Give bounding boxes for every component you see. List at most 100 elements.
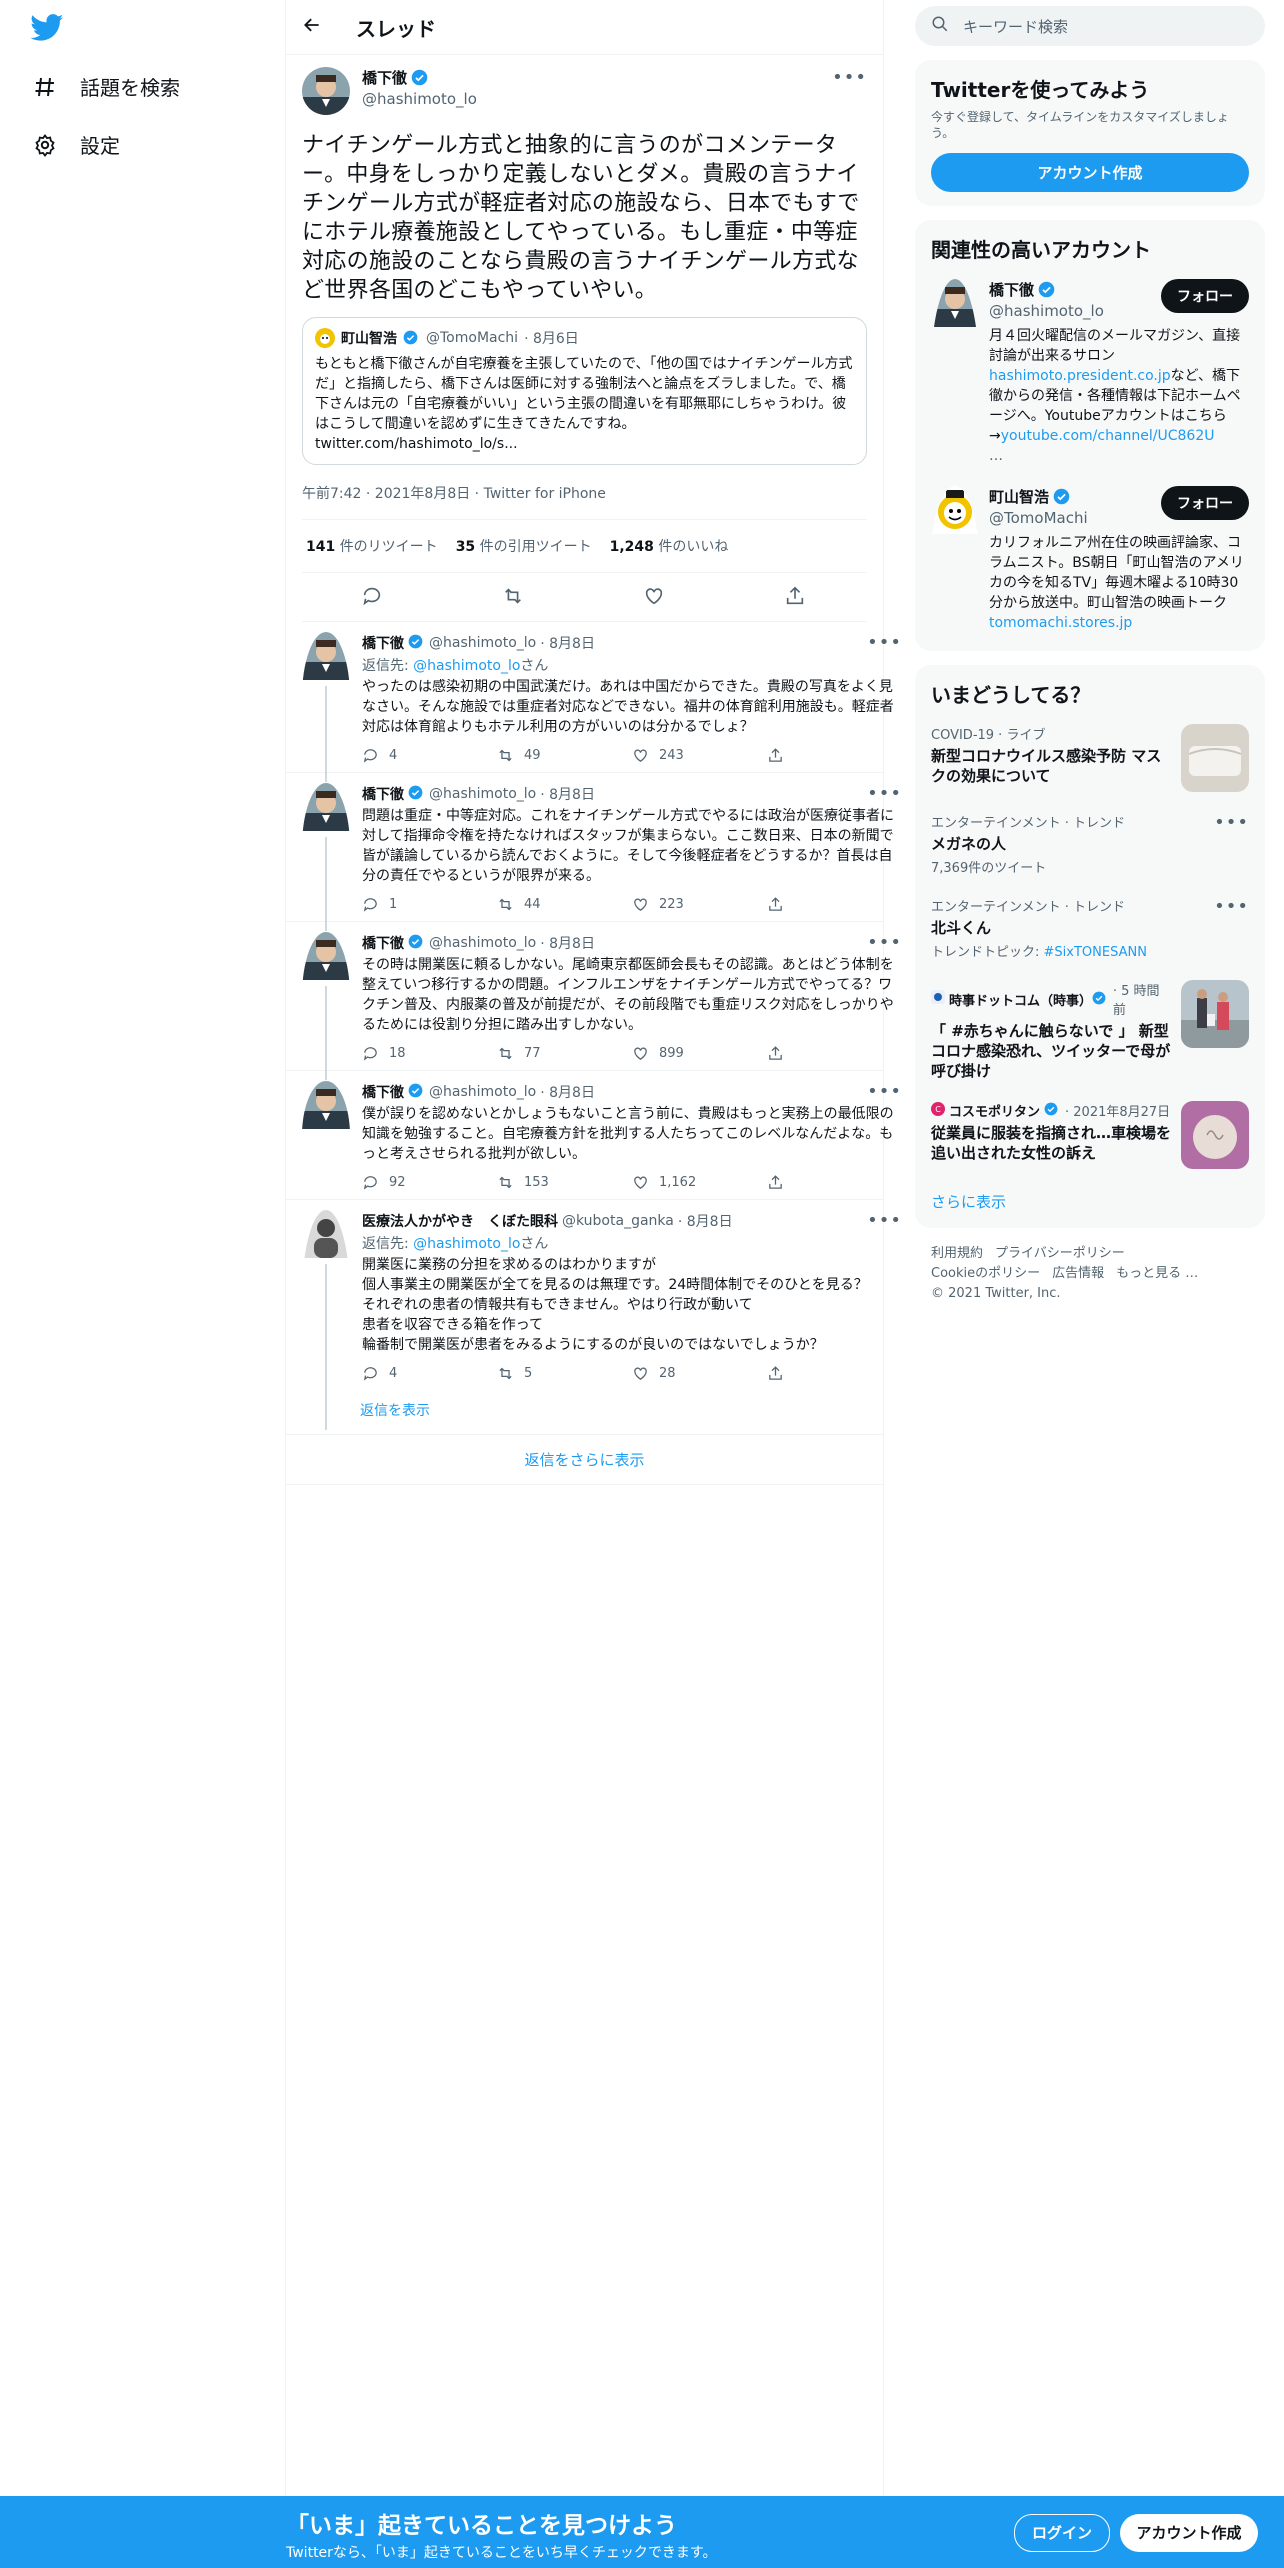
reply-button[interactable]: 18 (362, 1045, 497, 1062)
reply-icon[interactable] (361, 585, 385, 609)
search-input[interactable]: キーワード検索 (915, 6, 1265, 46)
reply-author-name[interactable]: 橋下徹 (362, 1082, 404, 1102)
retweets-stat[interactable]: 141 件のリツイート (306, 536, 438, 556)
footer-more-link[interactable]: もっと見る … (1116, 1266, 1198, 1281)
footer-ads-link[interactable]: 広告情報 (1052, 1266, 1104, 1281)
more-options-icon[interactable]: ••• (867, 1210, 902, 1231)
like-count: 1,248 (609, 539, 654, 555)
author-name[interactable]: 橋下徹 (362, 67, 407, 88)
account-name[interactable]: 橋下徹 (989, 279, 1034, 300)
more-options-icon[interactable]: ••• (867, 632, 902, 653)
follow-button[interactable]: フォロー (1161, 486, 1249, 520)
like-button[interactable]: 243 (632, 747, 767, 764)
trend-topic-link[interactable]: #SixTONESANN (1044, 945, 1147, 960)
reply-date[interactable]: · 8月8日 (540, 784, 595, 804)
retweet-button[interactable]: 77 (497, 1045, 632, 1062)
follow-button[interactable]: フォロー (1161, 279, 1249, 313)
trend-item[interactable]: エンターテインメント · トレンド メガネの人 7,369件のツイート ••• (915, 802, 1265, 886)
share-button[interactable] (767, 1174, 902, 1191)
share-icon[interactable] (784, 585, 808, 609)
author-handle[interactable]: @hashimoto_lo (362, 90, 832, 108)
quotes-stat[interactable]: 35 件の引用ツイート (456, 536, 592, 556)
create-account-button[interactable]: アカウント作成 (931, 153, 1249, 192)
avatar[interactable] (302, 1081, 350, 1191)
footer-cookies-link[interactable]: Cookieのポリシー (931, 1266, 1040, 1281)
quote-link[interactable]: twitter.com/hashimoto_lo/s... (315, 434, 854, 454)
reply-button[interactable]: 92 (362, 1174, 497, 1191)
footer-terms-link[interactable]: 利用規約 (931, 1246, 983, 1261)
bio-link[interactable]: youtube.com/channel/UC862U (1001, 428, 1215, 444)
reply-tweet[interactable]: 橋下徹 @hashimoto_lo · 8月8日 ••• 僕が誤りを認めないとか… (286, 1071, 901, 1200)
footer-privacy-link[interactable]: プライバシーポリシー (995, 1246, 1125, 1261)
bio-text: カリフォルニア州在住の映画評論家、コラムニスト。BS朝日「町山智浩のアメリカの今… (989, 535, 1244, 611)
trend-title: 「 #赤ちゃんに触らないで 」 新型コロナ感染恐れ、ツイッターで母が呼び掛け (931, 1022, 1171, 1080)
likes-stat[interactable]: 1,248 件のいいね (610, 536, 729, 556)
retweet-button[interactable]: 5 (497, 1365, 632, 1382)
reply-tweet[interactable]: 橋下徹 @hashimoto_lo · 8月8日 ••• 返信先: @hashi… (286, 622, 901, 782)
more-options-icon[interactable]: ••• (832, 67, 867, 88)
more-options-icon[interactable]: ••• (867, 1081, 902, 1102)
share-button[interactable] (767, 896, 902, 913)
reply-author-name[interactable]: 橋下徹 (362, 633, 404, 653)
account-item[interactable]: 橋下徹 @hashimoto_lo フォロー 月４回火曜配信のメールマガジン、直… (915, 269, 1265, 476)
reply-author-name[interactable]: 橋下徹 (362, 784, 404, 804)
show-replies-link[interactable]: 返信を表示 (286, 1390, 883, 1435)
avatar[interactable] (931, 279, 979, 466)
quote-author-handle: @TomoMachi (426, 330, 519, 346)
reply-button[interactable]: 4 (362, 747, 497, 764)
reply-tweet[interactable]: 橋下徹 @hashimoto_lo · 8月8日 ••• 問題は重症・中等症対応… (286, 773, 901, 931)
retweet-button[interactable]: 44 (497, 896, 632, 913)
more-options-icon[interactable]: ••• (867, 932, 902, 953)
nav-explore[interactable]: 話題を検索 (32, 72, 180, 101)
like-button[interactable]: 28 (632, 1365, 767, 1382)
nav-settings[interactable]: 設定 (32, 130, 120, 159)
reply-tweet[interactable]: 医療法人かがやき くぼた眼科 @kubota_ganka · 8月8日 ••• … (286, 1200, 901, 1430)
related-accounts-title: 関連性の高いアカウント (931, 238, 1151, 262)
more-options-icon[interactable]: ••• (1214, 896, 1249, 960)
trend-item[interactable]: 時事ドットコム（時事） · 5 時間前 「 #赤ちゃんに触らないで 」 新型コロ… (915, 970, 1265, 1091)
account-item[interactable]: 町山智浩 @TomoMachi フォロー カリフォルニア州在住の映画評論家、コラ… (915, 476, 1265, 643)
like-button[interactable]: 1,162 (632, 1174, 767, 1191)
reply-tweet[interactable]: 橋下徹 @hashimoto_lo · 8月8日 ••• その時は開業医に頼るし… (286, 922, 901, 1080)
more-options-icon[interactable]: ••• (1214, 812, 1249, 876)
more-options-icon[interactable]: ••• (867, 783, 902, 804)
bio-link[interactable]: hashimoto.president.co.jp (989, 368, 1171, 384)
trend-item[interactable]: COVID-19 · ライブ 新型コロナウイルス感染予防 マスクの効果について (915, 714, 1265, 802)
like-button[interactable]: 899 (632, 1045, 767, 1062)
like-button[interactable]: 223 (632, 896, 767, 913)
trend-thumbnail (1181, 724, 1249, 792)
reply-count: 4 (389, 1366, 398, 1381)
reply-date[interactable]: · 8月8日 (540, 933, 595, 953)
reply-author-name[interactable]: 医療法人かがやき くぼた眼科 (362, 1211, 558, 1231)
reply-date[interactable]: · 8月8日 (540, 633, 595, 653)
share-button[interactable] (767, 747, 902, 764)
bottom-bar-subtitle: Twitterなら、「いま」起きていることをいち早くチェックできます。 (286, 2545, 717, 2561)
avatar[interactable] (931, 486, 979, 633)
reply-date[interactable]: · 8月8日 (678, 1211, 733, 1231)
reply-date[interactable]: · 8月8日 (540, 1082, 595, 1102)
trends-show-more-link[interactable]: さらに表示 (915, 1179, 1265, 1220)
back-arrow-icon[interactable] (302, 15, 332, 40)
show-more-replies-button[interactable]: 返信をさらに表示 (286, 1435, 883, 1485)
trend-item[interactable]: エンターテインメント · トレンド 北斗くん トレンドトピック: #SixTON… (915, 886, 1265, 970)
retweet-icon[interactable] (502, 585, 526, 609)
share-button[interactable] (767, 1365, 902, 1382)
like-icon[interactable] (643, 585, 667, 609)
quoted-tweet[interactable]: 町山智浩 @TomoMachi · 8月6日 もともと橋下徹さんが自宅療養を主張… (302, 317, 867, 465)
share-button[interactable] (767, 1045, 902, 1062)
twitter-logo-icon[interactable] (30, 14, 66, 44)
signup-button[interactable]: アカウント作成 (1120, 2514, 1258, 2552)
tweet-timestamp[interactable]: 午前7:42 · 2021年8月8日 · Twitter for iPhone (302, 483, 867, 520)
retweet-button[interactable]: 49 (497, 747, 632, 764)
retweet-button[interactable]: 153 (497, 1174, 632, 1191)
trend-item[interactable]: C コスモポリタン · 2021年8月27日 従業員に服装を指摘され…車検場を追… (915, 1091, 1265, 1179)
reply-to-handle[interactable]: @hashimoto_lo (413, 658, 520, 674)
account-name[interactable]: 町山智浩 (989, 486, 1049, 507)
bio-link[interactable]: tomomachi.stores.jp (989, 615, 1132, 631)
avatar[interactable] (302, 67, 350, 115)
reply-button[interactable]: 1 (362, 896, 497, 913)
reply-button[interactable]: 4 (362, 1365, 497, 1382)
login-button[interactable]: ログイン (1014, 2514, 1110, 2552)
reply-author-name[interactable]: 橋下徹 (362, 933, 404, 953)
reply-to-handle[interactable]: @hashimoto_lo (413, 1236, 520, 1252)
